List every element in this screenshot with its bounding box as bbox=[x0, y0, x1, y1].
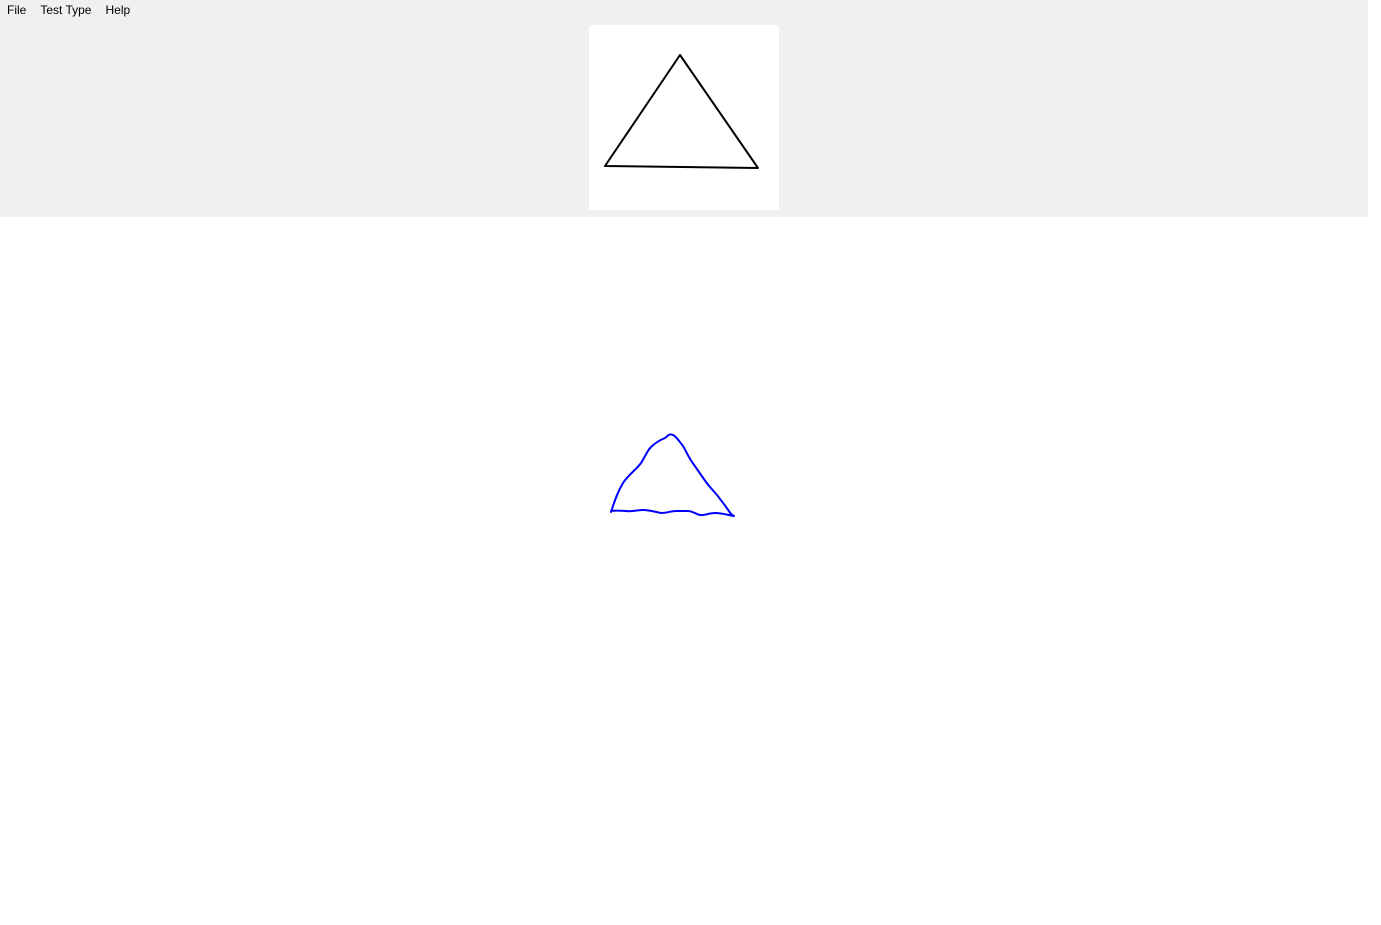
template-shape-canvas bbox=[604, 54, 759, 169]
user-drawn-triangle bbox=[610, 433, 735, 517]
template-shape-panel bbox=[589, 25, 779, 210]
template-triangle bbox=[604, 54, 759, 169]
drawing-canvas-svg[interactable] bbox=[0, 217, 1381, 925]
menu-help[interactable]: Help bbox=[98, 0, 137, 20]
app-window: File Test Type Help bbox=[0, 0, 1381, 925]
drawing-canvas[interactable] bbox=[0, 217, 1381, 925]
top-panel: File Test Type Help bbox=[0, 0, 1368, 217]
menu-test-type[interactable]: Test Type bbox=[33, 0, 98, 20]
menu-file[interactable]: File bbox=[0, 0, 33, 20]
menu-bar: File Test Type Help bbox=[0, 0, 137, 20]
